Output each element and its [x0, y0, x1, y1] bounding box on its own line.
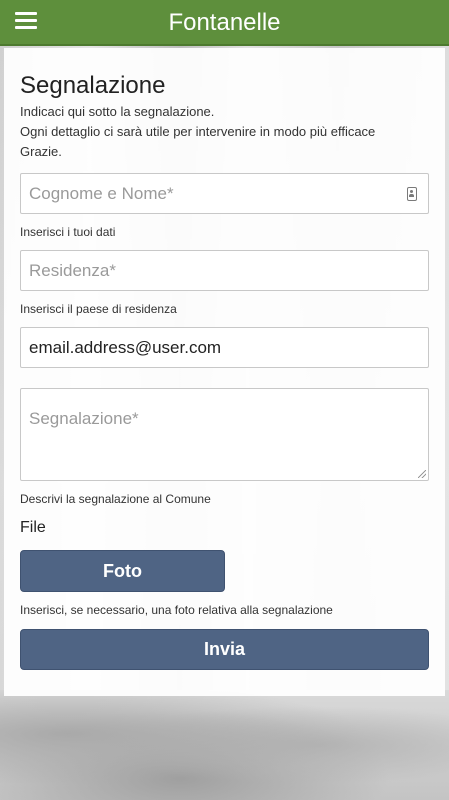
name-field[interactable]: Cognome e Nome*: [20, 173, 429, 214]
photo-button[interactable]: Foto: [20, 550, 225, 592]
form-intro: Indicaci qui sotto la segnalazione. Ogni…: [20, 102, 440, 162]
form-title: Segnalazione: [20, 72, 166, 99]
contact-card-icon[interactable]: [407, 187, 417, 201]
report-help-text: Descrivi la segnalazione al Comune: [20, 492, 211, 506]
app-header: Fontanelle: [0, 0, 449, 46]
file-label: File: [20, 519, 46, 536]
email-field-value: email.address@user.com: [29, 337, 222, 357]
intro-line: Indicaci qui sotto la segnalazione.: [20, 104, 215, 119]
residence-help-text: Inserisci il paese di residenza: [20, 302, 177, 316]
residence-field-placeholder: Residenza*: [29, 260, 116, 280]
background-trees: [0, 690, 449, 800]
intro-line: Grazie.: [20, 144, 62, 159]
resize-grip-icon[interactable]: [418, 470, 426, 478]
submit-button[interactable]: Invia: [20, 629, 429, 670]
app-title: Fontanelle: [168, 9, 281, 36]
email-field[interactable]: email.address@user.com: [20, 327, 429, 368]
report-textarea[interactable]: Segnalazione*: [20, 388, 429, 481]
photo-help-text: Inserisci, se necessario, una foto relat…: [20, 603, 333, 617]
residence-field[interactable]: Residenza*: [20, 250, 429, 291]
name-field-placeholder: Cognome e Nome*: [29, 183, 174, 203]
report-textarea-placeholder: Segnalazione*: [29, 409, 139, 428]
intro-line: Ogni dettaglio ci sarà utile per interve…: [20, 124, 376, 139]
name-help-text: Inserisci i tuoi dati: [20, 225, 116, 239]
